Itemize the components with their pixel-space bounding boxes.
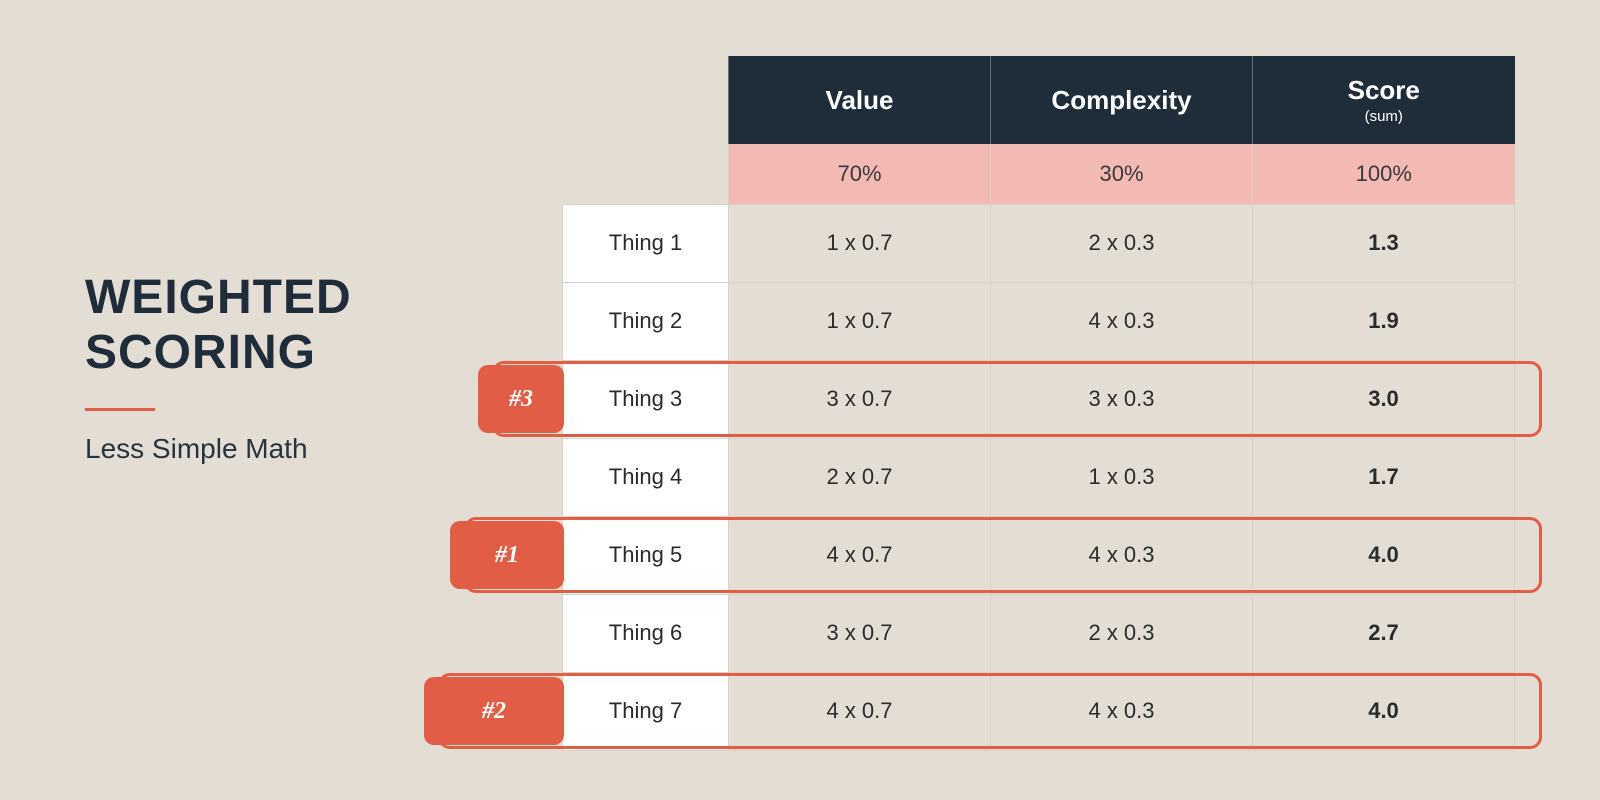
header-blank <box>563 56 729 144</box>
row-value: 3 x 0.7 <box>729 360 991 438</box>
row-value: 1 x 0.7 <box>729 282 991 360</box>
row-score: 4.0 <box>1253 672 1515 750</box>
row-complexity: 1 x 0.3 <box>991 438 1253 516</box>
row-score: 2.7 <box>1253 594 1515 672</box>
row-label: Thing 1 <box>563 204 729 282</box>
title-line-2: SCORING <box>85 326 316 379</box>
row-complexity: 3 x 0.3 <box>991 360 1253 438</box>
header-complexity: Complexity <box>991 56 1253 144</box>
row-complexity: 4 x 0.3 <box>991 282 1253 360</box>
rank-tag: #3 <box>478 365 564 433</box>
row-value: 4 x 0.7 <box>729 672 991 750</box>
table-row: Thing 6 3 x 0.7 2 x 0.3 2.7 <box>563 594 1515 672</box>
row-complexity: 4 x 0.3 <box>991 516 1253 594</box>
row-value: 3 x 0.7 <box>729 594 991 672</box>
table-row: Thing 7 4 x 0.7 4 x 0.3 4.0 <box>563 672 1515 750</box>
row-value: 1 x 0.7 <box>729 204 991 282</box>
row-value: 2 x 0.7 <box>729 438 991 516</box>
row-label: Thing 2 <box>563 282 729 360</box>
table-row: Thing 2 1 x 0.7 4 x 0.3 1.9 <box>563 282 1515 360</box>
row-complexity: 2 x 0.3 <box>991 204 1253 282</box>
header-value: Value <box>729 56 991 144</box>
weights-row: 70% 30% 100% <box>563 144 1515 204</box>
rank-tag: #1 <box>450 521 564 589</box>
row-complexity: 2 x 0.3 <box>991 594 1253 672</box>
weight-complexity: 30% <box>991 144 1253 204</box>
page-title: WEIGHTED SCORING <box>85 270 465 380</box>
weights-blank <box>563 144 729 204</box>
header-score: Score (sum) <box>1253 56 1515 144</box>
scoring-table-wrap: Value Complexity Score (sum) 70% 30% 100… <box>562 56 1515 751</box>
row-score: 4.0 <box>1253 516 1515 594</box>
row-label: Thing 3 <box>563 360 729 438</box>
row-value: 4 x 0.7 <box>729 516 991 594</box>
row-score: 1.3 <box>1253 204 1515 282</box>
scoring-table: Value Complexity Score (sum) 70% 30% 100… <box>562 56 1515 751</box>
row-label: Thing 4 <box>563 438 729 516</box>
row-label: Thing 6 <box>563 594 729 672</box>
title-block: WEIGHTED SCORING Less Simple Math <box>85 270 465 465</box>
table-row: Thing 5 4 x 0.7 4 x 0.3 4.0 <box>563 516 1515 594</box>
weight-score: 100% <box>1253 144 1515 204</box>
row-score: 1.7 <box>1253 438 1515 516</box>
rank-tag: #2 <box>424 677 564 745</box>
title-line-1: WEIGHTED <box>85 271 352 324</box>
title-rule <box>85 408 155 411</box>
row-score: 1.9 <box>1253 282 1515 360</box>
row-score: 3.0 <box>1253 360 1515 438</box>
weight-value: 70% <box>729 144 991 204</box>
table-header-row: Value Complexity Score (sum) <box>563 56 1515 144</box>
table-row: Thing 4 2 x 0.7 1 x 0.3 1.7 <box>563 438 1515 516</box>
row-label: Thing 5 <box>563 516 729 594</box>
row-label: Thing 7 <box>563 672 729 750</box>
header-score-sub: (sum) <box>1253 108 1515 125</box>
subtitle: Less Simple Math <box>85 433 465 465</box>
row-complexity: 4 x 0.3 <box>991 672 1253 750</box>
table-row: Thing 1 1 x 0.7 2 x 0.3 1.3 <box>563 204 1515 282</box>
header-score-label: Score <box>1348 75 1420 105</box>
table-row: Thing 3 3 x 0.7 3 x 0.3 3.0 <box>563 360 1515 438</box>
